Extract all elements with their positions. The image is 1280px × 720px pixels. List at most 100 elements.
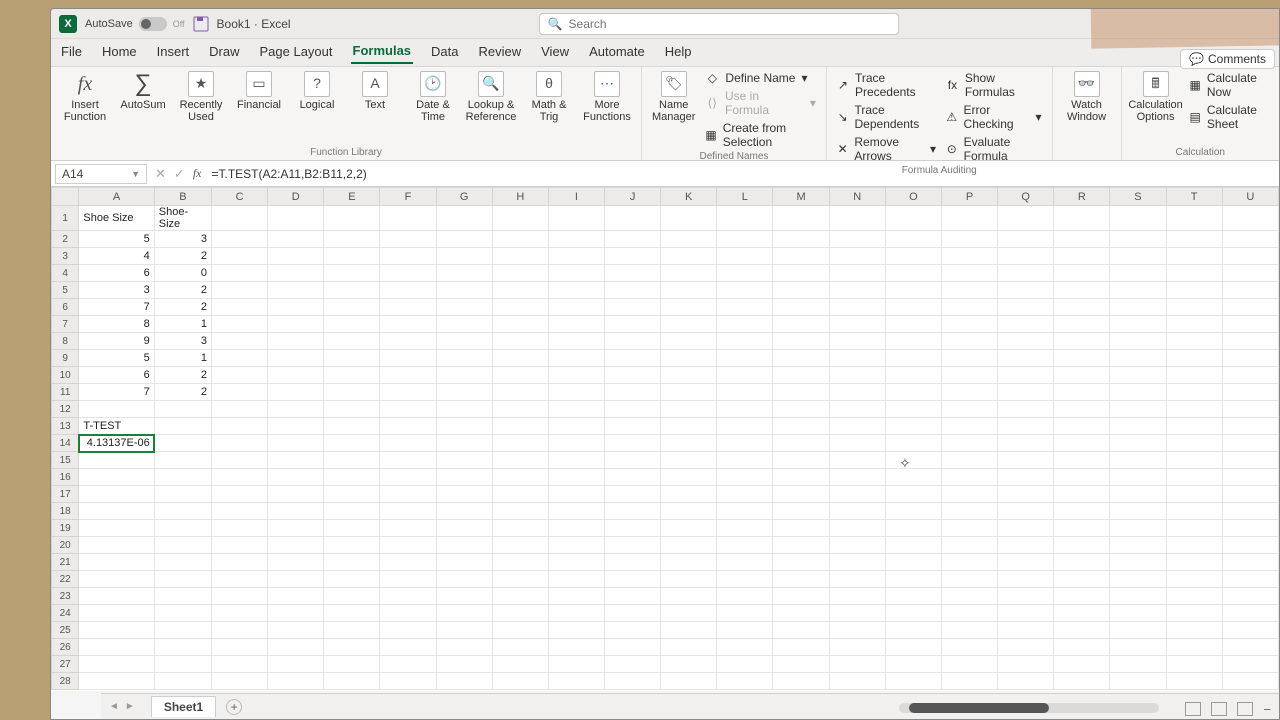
- row-header-6[interactable]: 6: [52, 299, 79, 316]
- cell-F23[interactable]: [380, 588, 436, 605]
- cell-G11[interactable]: [436, 384, 492, 401]
- cell-F26[interactable]: [380, 639, 436, 656]
- cell-L14[interactable]: [717, 435, 773, 452]
- col-header-J[interactable]: J: [605, 188, 661, 206]
- cell-Q27[interactable]: [998, 656, 1054, 673]
- cell-O12[interactable]: [885, 401, 941, 418]
- cell-F10[interactable]: [380, 367, 436, 384]
- row-header-5[interactable]: 5: [52, 282, 79, 299]
- tab-help[interactable]: Help: [663, 42, 694, 63]
- cell-E3[interactable]: [324, 248, 380, 265]
- cell-R16[interactable]: [1054, 469, 1110, 486]
- watch-window-button[interactable]: 👓Watch Window: [1063, 71, 1111, 123]
- cell-J20[interactable]: [605, 537, 661, 554]
- cell-R18[interactable]: [1054, 503, 1110, 520]
- cell-K12[interactable]: [661, 401, 717, 418]
- cell-I13[interactable]: [548, 418, 604, 435]
- sheet-nav-prev[interactable]: ◄: [109, 701, 119, 712]
- cell-F17[interactable]: [380, 486, 436, 503]
- cell-F28[interactable]: [380, 673, 436, 690]
- cell-M16[interactable]: [773, 469, 829, 486]
- cell-Q17[interactable]: [998, 486, 1054, 503]
- cell-A1[interactable]: Shoe Size: [79, 206, 154, 231]
- cell-K20[interactable]: [661, 537, 717, 554]
- cell-D19[interactable]: [268, 520, 324, 537]
- cell-P16[interactable]: [941, 469, 997, 486]
- cell-O6[interactable]: [885, 299, 941, 316]
- calculate-now-button[interactable]: ▦Calculate Now: [1190, 71, 1269, 99]
- cell-R9[interactable]: [1054, 350, 1110, 367]
- cell-C16[interactable]: [212, 469, 268, 486]
- tab-home[interactable]: Home: [100, 42, 139, 63]
- cell-K5[interactable]: [661, 282, 717, 299]
- cell-N23[interactable]: [829, 588, 885, 605]
- cell-A12[interactable]: [79, 401, 154, 418]
- cell-S8[interactable]: [1110, 333, 1166, 350]
- cell-T20[interactable]: [1166, 537, 1222, 554]
- cell-T10[interactable]: [1166, 367, 1222, 384]
- cell-R28[interactable]: [1054, 673, 1110, 690]
- cell-H2[interactable]: [492, 231, 548, 248]
- cell-N12[interactable]: [829, 401, 885, 418]
- cell-C24[interactable]: [212, 605, 268, 622]
- cell-B12[interactable]: [154, 401, 211, 418]
- cell-M14[interactable]: [773, 435, 829, 452]
- cell-C27[interactable]: [212, 656, 268, 673]
- formula-input[interactable]: =T.TEST(A2:A11,B2:B11,2,2): [211, 167, 366, 181]
- row-header-19[interactable]: 19: [52, 520, 79, 537]
- cell-O5[interactable]: [885, 282, 941, 299]
- cell-I27[interactable]: [548, 656, 604, 673]
- cell-L4[interactable]: [717, 265, 773, 282]
- cell-M4[interactable]: [773, 265, 829, 282]
- sheet-tab-active[interactable]: Sheet1: [151, 696, 216, 717]
- cell-U21[interactable]: [1222, 554, 1278, 571]
- cell-P5[interactable]: [941, 282, 997, 299]
- cell-G19[interactable]: [436, 520, 492, 537]
- col-header-Q[interactable]: Q: [998, 188, 1054, 206]
- cell-L24[interactable]: [717, 605, 773, 622]
- cell-D20[interactable]: [268, 537, 324, 554]
- cell-O19[interactable]: [885, 520, 941, 537]
- cell-H20[interactable]: [492, 537, 548, 554]
- cell-Q14[interactable]: [998, 435, 1054, 452]
- cell-F25[interactable]: [380, 622, 436, 639]
- cell-I9[interactable]: [548, 350, 604, 367]
- col-header-F[interactable]: F: [380, 188, 436, 206]
- cell-I8[interactable]: [548, 333, 604, 350]
- add-sheet-button[interactable]: +: [226, 699, 242, 715]
- row-header-9[interactable]: 9: [52, 350, 79, 367]
- cell-R12[interactable]: [1054, 401, 1110, 418]
- cell-J7[interactable]: [605, 316, 661, 333]
- cell-C2[interactable]: [212, 231, 268, 248]
- cell-J3[interactable]: [605, 248, 661, 265]
- cell-I17[interactable]: [548, 486, 604, 503]
- cell-A3[interactable]: 4: [79, 248, 154, 265]
- cell-S3[interactable]: [1110, 248, 1166, 265]
- cell-P4[interactable]: [941, 265, 997, 282]
- cell-M26[interactable]: [773, 639, 829, 656]
- cell-R17[interactable]: [1054, 486, 1110, 503]
- cell-E12[interactable]: [324, 401, 380, 418]
- cell-H28[interactable]: [492, 673, 548, 690]
- cell-A16[interactable]: [79, 469, 154, 486]
- cell-M22[interactable]: [773, 571, 829, 588]
- cell-P10[interactable]: [941, 367, 997, 384]
- cell-J13[interactable]: [605, 418, 661, 435]
- cell-G25[interactable]: [436, 622, 492, 639]
- row-header-8[interactable]: 8: [52, 333, 79, 350]
- cell-T3[interactable]: [1166, 248, 1222, 265]
- cell-B1[interactable]: Shoe-Size: [154, 206, 211, 231]
- cell-R26[interactable]: [1054, 639, 1110, 656]
- cell-L25[interactable]: [717, 622, 773, 639]
- cell-L23[interactable]: [717, 588, 773, 605]
- cell-Q9[interactable]: [998, 350, 1054, 367]
- horizontal-scrollbar[interactable]: [899, 703, 1159, 713]
- cell-P28[interactable]: [941, 673, 997, 690]
- cell-D18[interactable]: [268, 503, 324, 520]
- cell-L6[interactable]: [717, 299, 773, 316]
- cell-K15[interactable]: [661, 452, 717, 469]
- cell-C17[interactable]: [212, 486, 268, 503]
- cell-U20[interactable]: [1222, 537, 1278, 554]
- cell-L16[interactable]: [717, 469, 773, 486]
- cell-A18[interactable]: [79, 503, 154, 520]
